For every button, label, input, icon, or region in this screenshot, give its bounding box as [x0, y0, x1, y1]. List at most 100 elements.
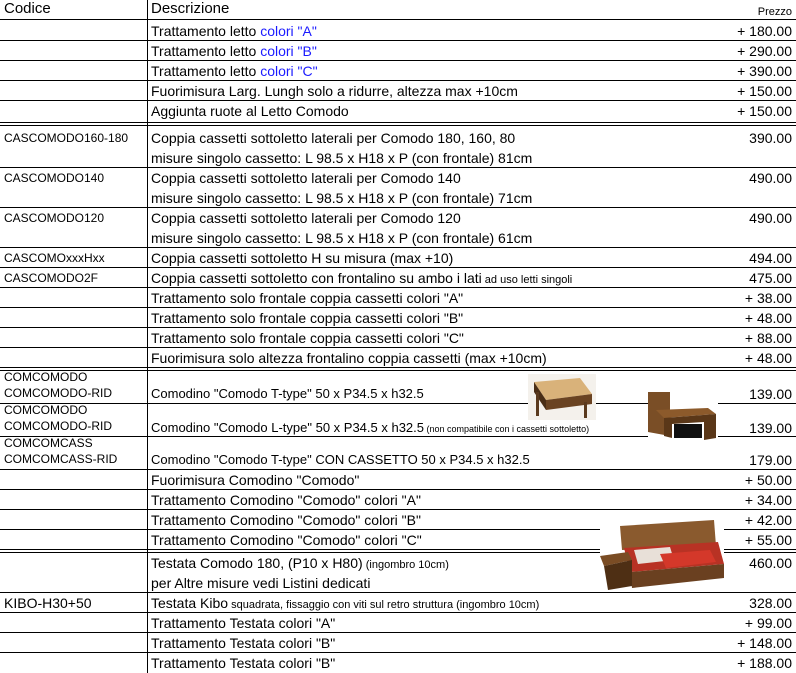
row-description: Coppia cassetti sottoletto laterali per … — [151, 210, 461, 226]
row-description: Comodino "Comodo T-type" CON CASSETTO 50… — [151, 452, 530, 467]
row-description: Trattamento solo frontale coppia cassett… — [151, 330, 464, 346]
table-row: CASCOMODO120 Coppia cassetti sottoletto … — [0, 208, 796, 248]
row-code: CASCOMOxxxHxx — [4, 251, 105, 265]
row-desc-note: squadrata, fissaggio con viti sul retro … — [228, 599, 540, 611]
row-description: Comodino "Comodo T-type" 50 x P34.5 x h3… — [151, 386, 424, 401]
row-code: CASCOMODO120 — [4, 211, 105, 225]
table-row: Trattamento Comodino "Comodo" colori "A"… — [0, 490, 796, 510]
price-list-sheet: Codice Descrizione Prezzo Trattamento le… — [0, 0, 796, 673]
table-row: KIBO-H30+50 Testata Kibo squadrata, fiss… — [0, 593, 796, 613]
row-description: Fuorimisura solo altezza frontalino copp… — [151, 350, 547, 366]
row-description: Testata Comodo 180, (P10 x H80) (ingombr… — [151, 553, 449, 575]
row-desc-note: ad uso letti singoli — [481, 274, 573, 286]
row-divider — [0, 367, 796, 368]
table-row: CASCOMODO2F Coppia cassetti sottoletto c… — [0, 268, 796, 288]
row-price: 460.00 — [749, 555, 792, 571]
row-desc-text: Testata Kibo — [151, 595, 229, 611]
header-divider — [0, 19, 796, 20]
row-desc-text: Trattamento letto — [151, 23, 261, 39]
comodino-t-type-photo — [528, 374, 596, 420]
row-price: + 42.00 — [744, 512, 792, 528]
row-code: COMCOMODO — [4, 370, 88, 384]
table-row: CASCOMODO160-180 Coppia cassetti sottole… — [0, 128, 796, 168]
table-row: CASCOMODO140 Coppia cassetti sottoletto … — [0, 168, 796, 208]
table-row: Fuorimisura Larg. Lungh solo a ridurre, … — [0, 81, 796, 101]
table-row: Trattamento solo frontale coppia cassett… — [0, 328, 796, 348]
table-row: Fuorimisura Comodino "Comodo" + 50.00 — [0, 470, 796, 490]
row-description: Trattamento letto colori "A" — [151, 21, 317, 41]
row-price: 494.00 — [749, 250, 792, 266]
table-row: Trattamento Testata colori "A" + 99.00 — [0, 613, 796, 633]
testata-bed-photo — [600, 520, 724, 590]
row-description: Trattamento letto colori "C" — [151, 61, 318, 81]
section-divider — [0, 125, 796, 126]
row-price: + 99.00 — [744, 615, 792, 631]
row-desc-color: colori "B" — [260, 43, 317, 59]
row-description: Trattamento Comodino "Comodo" colori "C" — [151, 532, 422, 548]
table-row: Trattamento letto colori "A" + 180.00 — [0, 21, 796, 41]
row-description: Coppia cassetti sottoletto laterali per … — [151, 130, 516, 146]
row-price: + 390.00 — [737, 63, 792, 79]
table-row: Trattamento letto colori "C" + 390.00 — [0, 61, 796, 81]
row-divider — [0, 122, 796, 123]
row-price: + 88.00 — [744, 330, 792, 346]
row-price: + 150.00 — [737, 103, 792, 119]
table-row: Trattamento Testata colori "B" + 148.00 — [0, 633, 796, 653]
row-price: + 34.00 — [744, 492, 792, 508]
row-description-line2: misure singolo cassetto: L 98.5 x H18 x … — [151, 190, 533, 206]
comodino-l-type-photo — [648, 392, 718, 442]
table-row: Trattamento Testata colori "B" + 188.00 — [0, 653, 796, 673]
row-code-line2: COMCOMCASS-RID — [4, 452, 118, 466]
table-row: Fuorimisura solo altezza frontalino copp… — [0, 348, 796, 368]
row-price: 179.00 — [749, 452, 792, 468]
row-desc-color: colori "C" — [260, 63, 318, 79]
row-price: 139.00 — [749, 386, 792, 402]
header-code: Codice — [4, 0, 51, 17]
row-price: + 48.00 — [744, 310, 792, 326]
row-description: Trattamento Comodino "Comodo" colori "A" — [151, 492, 421, 508]
row-description: Fuorimisura Comodino "Comodo" — [151, 472, 360, 488]
header-row: Codice Descrizione Prezzo — [0, 0, 796, 20]
row-description-line2: misure singolo cassetto: L 98.5 x H18 x … — [151, 150, 533, 166]
row-price: + 55.00 — [744, 532, 792, 548]
row-price: + 50.00 — [744, 472, 792, 488]
row-description: Coppia cassetti sottoletto laterali per … — [151, 170, 461, 186]
row-code: CASCOMODO140 — [4, 171, 105, 185]
row-price: + 180.00 — [737, 23, 792, 39]
row-desc-note: (non compatibile con i cassetti sottolet… — [424, 424, 590, 434]
table-row: Trattamento solo frontale coppia cassett… — [0, 288, 796, 308]
row-price: + 188.00 — [737, 655, 792, 671]
row-desc-text: Coppia cassetti sottoletto con frontalin… — [151, 270, 482, 286]
column-separator — [147, 0, 148, 673]
row-code: COMCOMODO — [4, 403, 88, 417]
row-price: + 48.00 — [744, 350, 792, 366]
row-price: 139.00 — [749, 420, 792, 436]
table-row: CASCOMOxxxHxx Coppia cassetti sottoletto… — [0, 248, 796, 268]
row-description-line2: misure singolo cassetto: L 98.5 x H18 x … — [151, 230, 533, 246]
row-desc-text: Comodino "Comodo L-type" 50 x P34.5 x h3… — [151, 420, 424, 435]
row-description: Trattamento solo frontale coppia cassett… — [151, 290, 464, 306]
row-code-line2: COMCOMODO-RID — [4, 419, 112, 433]
row-price: 328.00 — [749, 595, 792, 611]
header-description: Descrizione — [151, 0, 230, 17]
row-description: Trattamento Testata colori "A" — [151, 615, 336, 631]
row-code: CASCOMODO2F — [4, 271, 99, 285]
row-desc-note: (ingombro 10cm) — [362, 559, 449, 571]
table-row: Trattamento letto colori "B" + 290.00 — [0, 41, 796, 61]
row-price: 490.00 — [749, 210, 792, 226]
row-description: Trattamento Testata colori "B" — [151, 635, 336, 651]
row-price: 490.00 — [749, 170, 792, 186]
row-price: 390.00 — [749, 130, 792, 146]
row-desc-text: Trattamento letto — [151, 63, 261, 79]
row-code: CASCOMODO160-180 — [4, 131, 129, 145]
row-description: Coppia cassetti sottoletto H su misura (… — [151, 250, 454, 266]
row-description: Trattamento Testata colori "B" — [151, 655, 336, 671]
row-price: + 38.00 — [744, 290, 792, 306]
row-code: KIBO-H30+50 — [4, 595, 92, 611]
row-desc-text: Testata Comodo 180, (P10 x H80) — [151, 555, 363, 571]
row-desc-color: colori "A" — [260, 23, 317, 39]
row-desc-text: Trattamento letto — [151, 43, 261, 59]
row-description: Aggiunta ruote al Letto Comodo — [151, 103, 349, 119]
row-code: COMCOMCASS — [4, 436, 93, 450]
row-code-line2: COMCOMODO-RID — [4, 386, 112, 400]
